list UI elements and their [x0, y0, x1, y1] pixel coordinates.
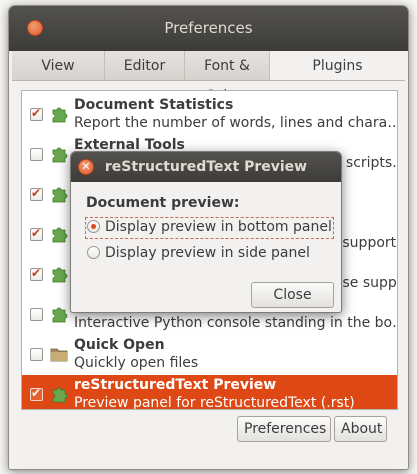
plugin-name: Quick Open	[74, 337, 165, 353]
plugin-enable-checkbox[interactable]	[30, 186, 43, 201]
plugin-enable-checkbox[interactable]	[30, 348, 43, 361]
puzzle-icon	[52, 307, 68, 323]
tab-view[interactable]: View	[12, 51, 105, 80]
puzzle-icon	[52, 107, 68, 123]
plugin-enable-checkbox[interactable]	[30, 308, 43, 321]
plugin-description: Preview panel for reStructuredText (.rst…	[74, 395, 355, 410]
puzzle-icon	[52, 187, 68, 203]
plugin-row[interactable]: Quick Open Quickly open files	[22, 335, 397, 375]
plugin-about-button[interactable]: About	[334, 416, 387, 442]
tab-font-colors[interactable]: Font & Colors	[185, 51, 270, 104]
tab-bar: View Editor Font & Colors Plugins	[12, 51, 405, 104]
puzzle-icon	[52, 147, 68, 163]
puzzle-icon	[52, 227, 68, 243]
radio-label: Display preview in bottom panel	[105, 219, 332, 235]
plugin-enable-checkbox[interactable]	[30, 266, 43, 281]
close-icon[interactable]	[27, 20, 43, 36]
tab-plugins[interactable]: Plugins	[270, 51, 405, 80]
puzzle-icon	[52, 267, 68, 283]
plugin-description: Interactive Python console standing in t…	[74, 315, 398, 331]
puzzle-icon	[52, 387, 68, 403]
radio-icon	[87, 246, 100, 259]
plugin-description: Report the number of words, lines and ch…	[74, 115, 398, 131]
plugin-row[interactable]: Document Statistics Report the number of …	[22, 95, 397, 135]
plugin-enable-checkbox[interactable]	[30, 386, 43, 401]
radio-label: Display preview in side panel	[105, 245, 310, 261]
plugin-name: reStructuredText Preview	[74, 377, 277, 393]
radio-icon	[87, 220, 100, 233]
section-heading: Document preview:	[86, 195, 240, 211]
radio-side-panel[interactable]: Display preview in side panel	[87, 245, 310, 263]
radio-bottom-panel[interactable]: Display preview in bottom panel	[85, 217, 334, 239]
plugin-name: Document Statistics	[74, 97, 234, 113]
plugin-description: Quickly open files	[74, 355, 199, 371]
folder-icon	[50, 348, 68, 362]
dialog-titlebar: ✕ reStructuredText Preview	[71, 152, 341, 182]
tab-editor[interactable]: Editor	[105, 51, 185, 80]
plugin-enable-checkbox[interactable]	[30, 226, 43, 241]
dialog-close-button[interactable]: Close	[251, 282, 334, 308]
dialog-title: reStructuredText Preview	[104, 159, 308, 175]
plugin-row[interactable]: reStructuredText Preview Preview panel fo…	[22, 375, 397, 410]
preferences-titlebar: Preferences	[9, 6, 408, 51]
rst-preview-dialog: ✕ reStructuredText Preview Document prev…	[70, 151, 342, 313]
plugin-enable-checkbox[interactable]	[30, 148, 43, 161]
window-title: Preferences	[164, 19, 253, 37]
plugin-preferences-button[interactable]: Preferences	[237, 416, 331, 442]
plugin-enable-checkbox[interactable]	[30, 106, 43, 121]
close-icon[interactable]: ✕	[78, 159, 94, 175]
